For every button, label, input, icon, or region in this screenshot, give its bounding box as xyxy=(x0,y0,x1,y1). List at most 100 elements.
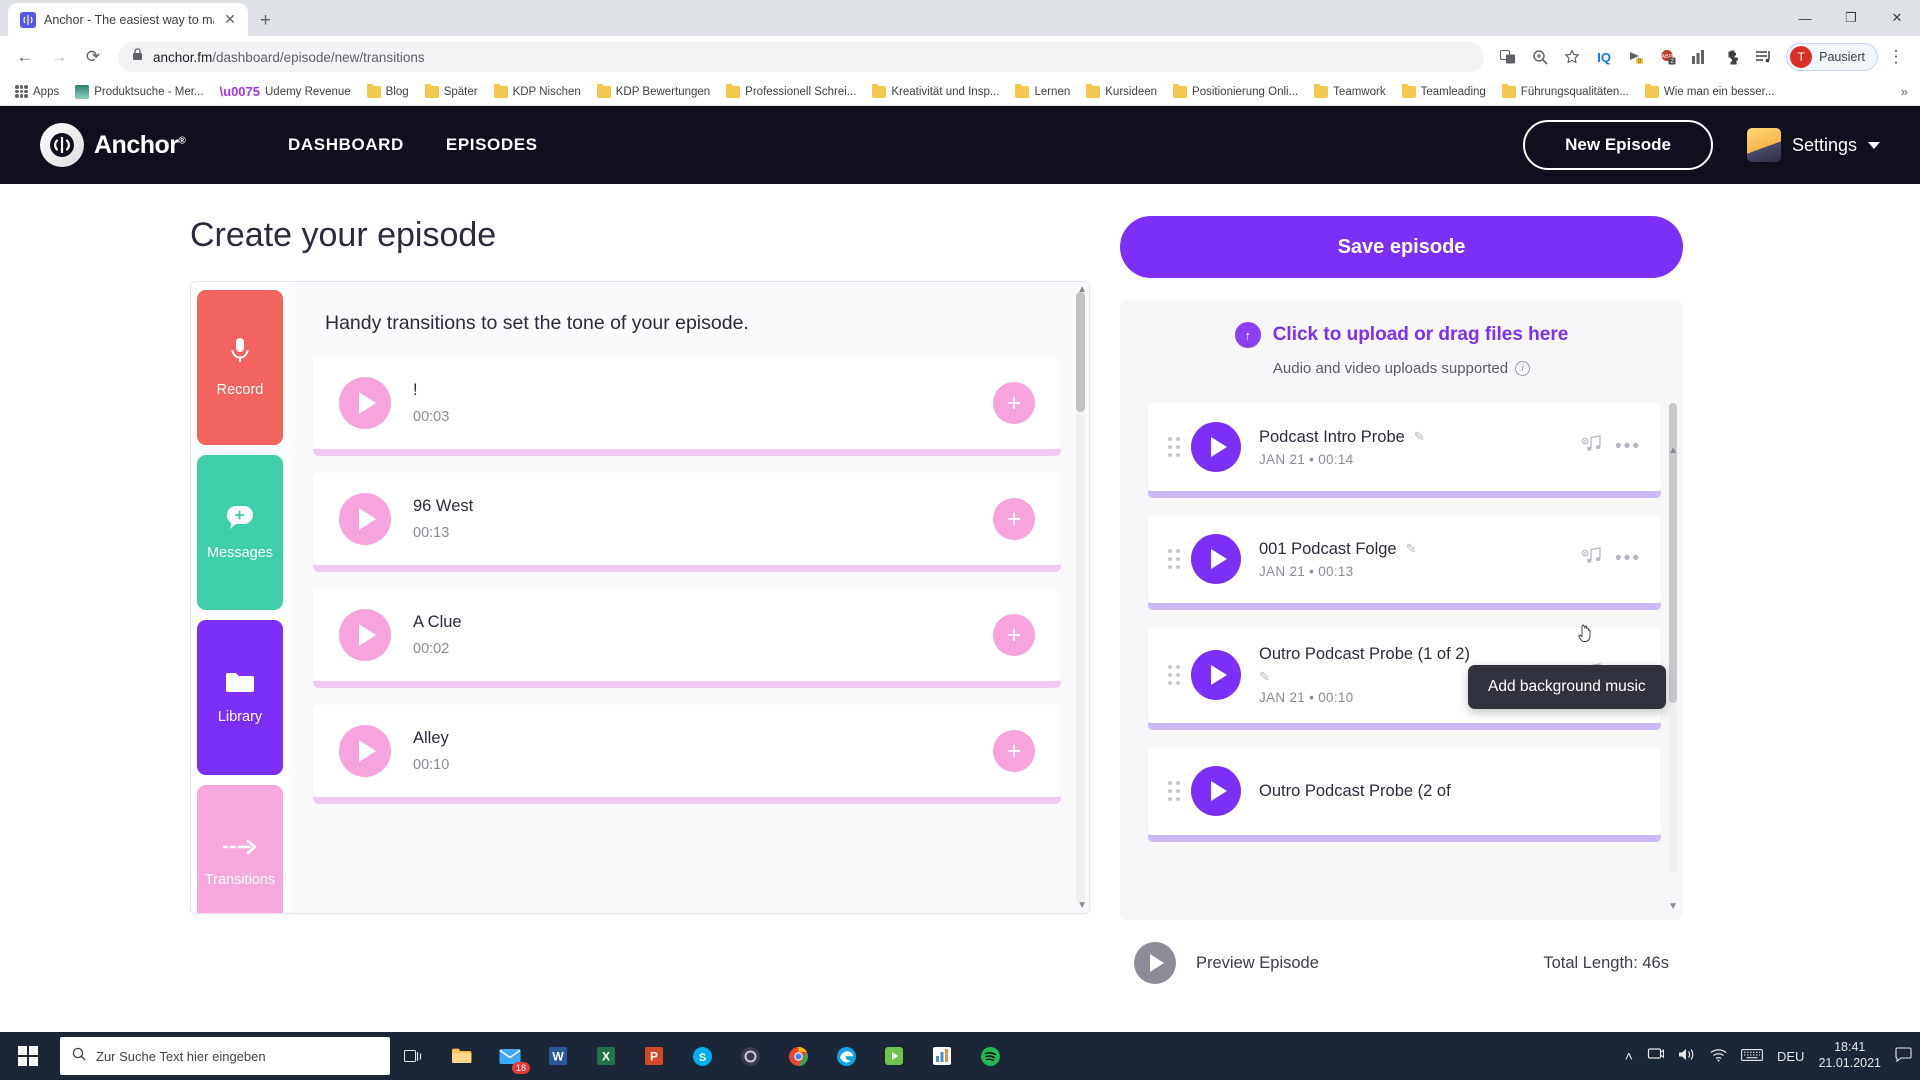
spotify-icon[interactable] xyxy=(966,1032,1014,1080)
chrome-icon[interactable] xyxy=(774,1032,822,1080)
word-icon[interactable]: W xyxy=(534,1032,582,1080)
bookmark-teamleading[interactable]: Teamleading xyxy=(1395,83,1493,101)
nav-dashboard[interactable]: DASHBOARD xyxy=(288,135,404,155)
minimize-button[interactable]: — xyxy=(1782,0,1828,36)
task-view-icon[interactable] xyxy=(390,1032,438,1080)
episode-list-scrollbar[interactable] xyxy=(1669,403,1677,873)
sidebar-item-messages[interactable]: Messages xyxy=(197,455,283,610)
file-explorer-icon[interactable] xyxy=(438,1032,486,1080)
settings-menu[interactable]: Settings xyxy=(1746,128,1880,162)
add-transition-button[interactable]: + xyxy=(993,614,1035,656)
taskbar-search-input[interactable]: Zur Suche Text hier eingeben xyxy=(60,1037,390,1075)
play-icon[interactable] xyxy=(339,493,391,545)
play-icon[interactable] xyxy=(1191,534,1241,584)
bookmark-kursideen[interactable]: Kursideen xyxy=(1079,83,1164,101)
add-music-icon[interactable] xyxy=(1581,434,1604,460)
edit-pencil-icon[interactable]: ✎ xyxy=(1259,669,1470,685)
puzzle-extensions-icon[interactable] xyxy=(1718,43,1746,71)
close-window-button[interactable]: ✕ xyxy=(1874,0,1920,36)
sidebar-item-record[interactable]: Record xyxy=(197,290,283,445)
bookmark-lernen[interactable]: Lernen xyxy=(1008,83,1077,101)
play-icon[interactable] xyxy=(1191,422,1241,472)
list-item[interactable]: ! 00:03 + xyxy=(313,357,1061,456)
new-episode-button[interactable]: New Episode xyxy=(1523,120,1713,170)
playlist-extension-icon[interactable] xyxy=(1750,43,1778,71)
chrome-menu-icon[interactable]: ⋮ xyxy=(1882,43,1910,71)
drag-handle-icon[interactable] xyxy=(1168,781,1181,801)
add-music-icon[interactable] xyxy=(1581,546,1604,572)
bookmark-blog[interactable]: Blog xyxy=(360,83,416,101)
iq-extension-icon[interactable]: IQ xyxy=(1590,43,1618,71)
add-transition-button[interactable]: + xyxy=(993,730,1035,772)
play-icon[interactable] xyxy=(339,377,391,429)
bookmark-spaeter[interactable]: Später xyxy=(418,83,485,101)
bookmark-wie-man-besser[interactable]: Wie man ein besser... xyxy=(1638,83,1782,101)
wifi-icon[interactable] xyxy=(1710,1048,1727,1065)
list-item[interactable]: 96 West 00:13 + xyxy=(313,473,1061,572)
tab-close-icon[interactable]: ✕ xyxy=(222,11,238,28)
back-button[interactable]: ← xyxy=(10,42,40,72)
bookmark-professionell-schreiben[interactable]: Professionell Schrei... xyxy=(719,83,863,101)
reload-button[interactable]: ⟳ xyxy=(78,42,108,72)
notification-center-icon[interactable] xyxy=(1895,1047,1912,1065)
analytics-icon[interactable] xyxy=(918,1032,966,1080)
bookmark-positionierung[interactable]: Positionierung Onli... xyxy=(1166,83,1305,101)
profile-chip[interactable]: T Pausiert xyxy=(1786,43,1878,71)
bookmark-fuehrungsqualitaeten[interactable]: Führungsqualitäten... xyxy=(1495,83,1636,101)
browser-tab[interactable]: Anchor - The easiest way to mak ✕ xyxy=(8,3,248,36)
transitions-scrollbar[interactable] xyxy=(1076,292,1085,903)
tray-chevron-up-icon[interactable]: ˄ xyxy=(1625,1048,1633,1064)
list-item[interactable]: 001 Podcast Folge ✎ JAN 21 • 00:13 ••• xyxy=(1148,515,1661,610)
translate-icon[interactable] xyxy=(1494,43,1522,71)
upload-dropzone[interactable]: ↑ Click to upload or drag files here xyxy=(1120,322,1683,348)
bookmark-apps[interactable]: Apps xyxy=(8,82,66,101)
adblock-extension-icon[interactable]: ABP 2 xyxy=(1654,43,1682,71)
scroll-up-icon[interactable]: ▲ xyxy=(1077,284,1087,295)
edge-icon[interactable] xyxy=(822,1032,870,1080)
bookmark-udemy[interactable]: \u0075 Udemy Revenue xyxy=(213,81,358,102)
volume-icon[interactable] xyxy=(1678,1047,1696,1065)
play-icon[interactable] xyxy=(1191,650,1241,700)
new-tab-button[interactable]: + xyxy=(260,11,271,30)
sidebar-item-library[interactable]: Library xyxy=(197,620,283,775)
skype-icon[interactable]: S xyxy=(678,1032,726,1080)
add-transition-button[interactable]: + xyxy=(993,498,1035,540)
mail-icon[interactable]: 18 xyxy=(486,1032,534,1080)
bookmark-teamwork[interactable]: Teamwork xyxy=(1307,83,1392,101)
clock[interactable]: 18:41 21.01.2021 xyxy=(1818,1040,1881,1071)
address-bar[interactable]: anchor.fm/dashboard/episode/new/transiti… xyxy=(118,42,1485,72)
play-icon[interactable] xyxy=(1191,766,1241,816)
language-indicator[interactable]: DEU xyxy=(1777,1049,1804,1064)
play-icon[interactable] xyxy=(339,609,391,661)
info-icon[interactable]: i xyxy=(1515,361,1531,376)
maximize-button[interactable]: ❐ xyxy=(1828,0,1874,36)
powerpoint-icon[interactable]: P xyxy=(630,1032,678,1080)
episode-scroll-up-icon[interactable]: ▲ xyxy=(1668,445,1678,456)
drag-handle-icon[interactable] xyxy=(1168,437,1181,457)
screen-cast-icon[interactable] xyxy=(1647,1047,1665,1065)
more-options-icon[interactable]: ••• xyxy=(1615,548,1641,570)
start-button[interactable] xyxy=(0,1032,56,1080)
nav-episodes[interactable]: EPISODES xyxy=(446,135,538,155)
sidebar-item-transitions[interactable]: Transitions xyxy=(197,785,283,913)
anchor-logo[interactable]: Anchor® xyxy=(40,123,270,167)
bookmark-kreativitaet[interactable]: Kreativität und Insp... xyxy=(865,83,1006,101)
more-options-icon[interactable]: ••• xyxy=(1615,436,1641,458)
excel-icon[interactable]: X xyxy=(582,1032,630,1080)
drag-handle-icon[interactable] xyxy=(1168,549,1181,569)
forward-button[interactable]: → xyxy=(44,42,74,72)
edit-pencil-icon[interactable]: ✎ xyxy=(1414,429,1425,445)
add-transition-button[interactable]: + xyxy=(993,382,1035,424)
drag-handle-icon[interactable] xyxy=(1168,665,1181,685)
camtasia-icon[interactable] xyxy=(870,1032,918,1080)
list-item[interactable]: Outro Podcast Probe (2 of xyxy=(1148,747,1661,842)
bookmark-kdp-nischen[interactable]: KDP Nischen xyxy=(487,83,588,101)
save-episode-button[interactable]: Save episode xyxy=(1120,216,1683,278)
keyboard-icon[interactable] xyxy=(1741,1048,1763,1065)
apps-grid-extension-icon[interactable] xyxy=(1686,43,1714,71)
pocket-extension-icon[interactable]: 0 xyxy=(1622,43,1650,71)
scroll-down-icon[interactable]: ▼ xyxy=(1077,900,1087,911)
list-item[interactable]: A Clue 00:02 + xyxy=(313,589,1061,688)
bookmark-kdp-bewertungen[interactable]: KDP Bewertungen xyxy=(590,83,717,101)
obs-icon[interactable] xyxy=(726,1032,774,1080)
